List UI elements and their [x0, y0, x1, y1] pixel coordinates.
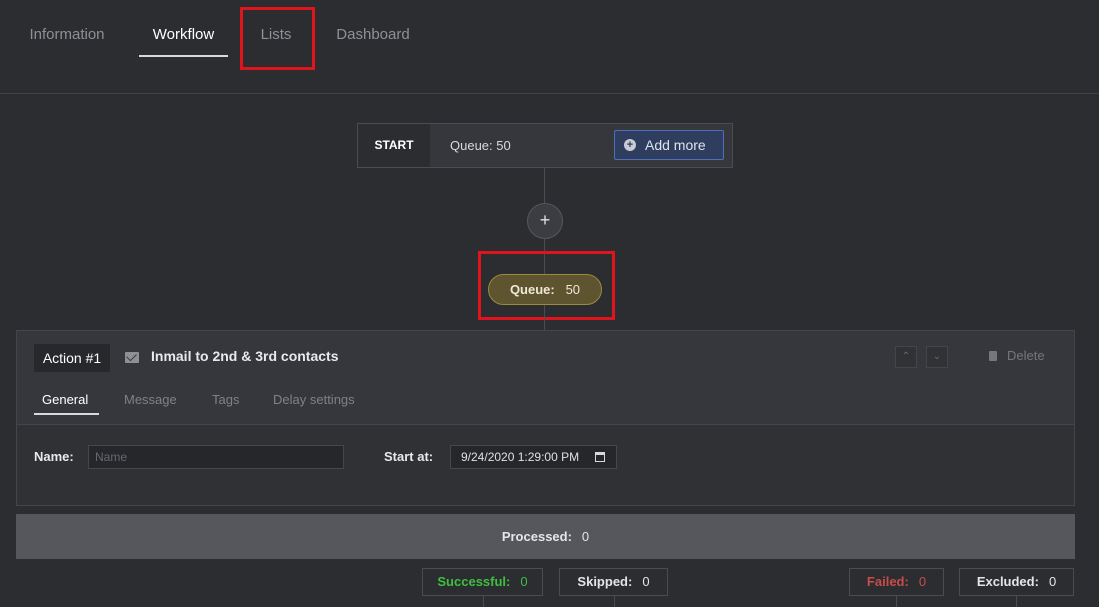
start-queue-count: Queue: 50 — [450, 138, 511, 153]
tab-dashboard[interactable]: Dashboard — [334, 24, 412, 46]
processed-bar: Processed: 0 — [16, 514, 1075, 559]
add-more-label: Add more — [645, 137, 706, 153]
tab-workflow-underline — [139, 55, 228, 57]
stat-excluded-label: Excluded: — [976, 574, 1039, 589]
stat-skipped-label: Skipped: — [577, 574, 633, 589]
calendar-icon[interactable] — [595, 452, 605, 462]
move-down-button[interactable]: ⌄ — [926, 346, 948, 368]
stat-successful-value: 0 — [520, 574, 528, 589]
stat-skipped[interactable]: Skipped: 0 — [559, 568, 668, 596]
stat-failed-value: 0 — [918, 574, 927, 589]
stat-connector — [1016, 596, 1017, 607]
mail-icon — [125, 352, 139, 363]
add-more-button[interactable]: + Add more — [614, 130, 724, 160]
processed-value: 0 — [581, 529, 590, 544]
stat-skipped-value: 0 — [642, 574, 650, 589]
processed-label: Processed: — [501, 529, 572, 544]
tab-information[interactable]: Information — [27, 24, 107, 46]
stat-connector — [483, 596, 484, 607]
subtab-message[interactable]: Message — [124, 392, 177, 407]
lists-highlight-box — [240, 7, 315, 70]
stat-successful-label: Successful: — [437, 574, 511, 589]
stat-excluded[interactable]: Excluded: 0 — [959, 568, 1074, 596]
start-at-label: Start at: — [384, 449, 434, 464]
queue-highlight-box — [478, 251, 615, 320]
trash-icon — [989, 351, 997, 361]
stat-failed[interactable]: Failed: 0 — [849, 568, 944, 596]
stat-connector — [896, 596, 897, 607]
start-at-datetime-input[interactable]: 9/24/2020 1:29:00 PM — [450, 445, 617, 469]
delete-label: Delete — [1007, 348, 1045, 363]
action-number-badge: Action #1 — [34, 344, 110, 372]
name-input[interactable] — [88, 445, 344, 469]
add-step-button[interactable]: + — [527, 203, 563, 239]
connector-line — [544, 305, 545, 330]
name-label: Name: — [34, 449, 74, 464]
stat-failed-label: Failed: — [866, 574, 909, 589]
app-root: Information Workflow Lists Dashboard STA… — [0, 0, 1099, 607]
tab-workflow[interactable]: Workflow — [145, 24, 222, 46]
stat-successful[interactable]: Successful: 0 — [422, 568, 543, 596]
subtab-tags[interactable]: Tags — [212, 392, 239, 407]
start-node: START Queue: 50 + Add more — [357, 123, 733, 168]
action-title: Inmail to 2nd & 3rd contacts — [151, 348, 339, 364]
connector-line — [544, 168, 545, 203]
plus-circle-icon: + — [624, 139, 636, 151]
stat-excluded-value: 0 — [1048, 574, 1057, 589]
subtab-delay-settings[interactable]: Delay settings — [273, 392, 355, 407]
start-at-value: 9/24/2020 1:29:00 PM — [461, 450, 580, 464]
top-tab-bar: Information Workflow Lists Dashboard — [0, 0, 1099, 94]
start-label: START — [358, 124, 430, 167]
delete-button[interactable]: Delete — [989, 348, 1045, 363]
action-card: Action #1 Inmail to 2nd & 3rd contacts ⌃… — [16, 330, 1075, 506]
stat-connector — [614, 596, 615, 607]
subtab-general-underline — [34, 413, 99, 415]
subtab-general[interactable]: General — [42, 392, 88, 407]
move-up-button[interactable]: ⌃ — [895, 346, 917, 368]
